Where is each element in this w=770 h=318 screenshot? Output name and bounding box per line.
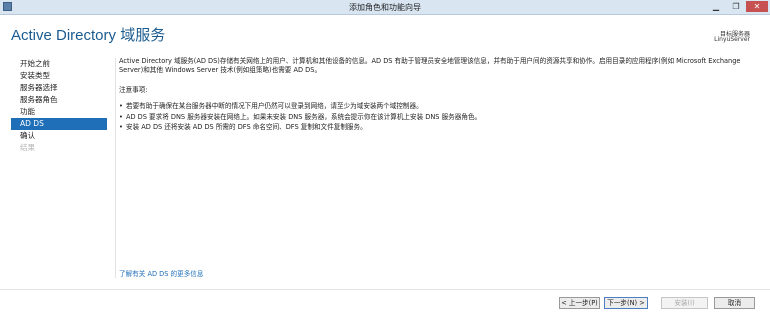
intro-text: Active Directory 域服务(AD DS)存储有关网络上的用户、计算…: [119, 57, 741, 74]
notes-list: 若要有助于确保在某台服务器中断的情况下用户仍然可以登录到网络，请至少为域安装两个…: [119, 101, 749, 133]
title-bar: 添加角色和功能向导 ▁ ❐ ✕: [0, 0, 770, 15]
nav-item-server-roles[interactable]: 服务器角色: [11, 94, 107, 106]
window-title: 添加角色和功能向导: [349, 3, 421, 12]
list-item: AD DS 要求将 DNS 服务器安装在网络上。如果未安装 DNS 服务器，系统…: [119, 112, 749, 123]
target-server-name: LinyuServer: [714, 36, 750, 43]
wizard-footer: < 上一步(P) 下一步(N) > 安装(I) 取消: [0, 289, 770, 318]
content-area: Active Directory 域服务(AD DS)存储有关网络上的用户、计算…: [119, 57, 749, 133]
nav-item-installation-type[interactable]: 安装类型: [11, 70, 107, 82]
wizard-header: Active Directory 域服务 目标服务器 LinyuServer: [0, 15, 770, 51]
nav-item-ad-ds[interactable]: AD DS: [11, 118, 107, 130]
nav-item-features[interactable]: 功能: [11, 106, 107, 118]
list-item: 安装 AD DS 还将安装 AD DS 所需的 DFS 命名空间、DFS 复制和…: [119, 122, 749, 133]
maximize-button[interactable]: ❐: [726, 1, 746, 12]
minimize-button[interactable]: ▁: [706, 1, 726, 12]
previous-button[interactable]: < 上一步(P): [559, 297, 600, 309]
nav-item-results: 结果: [20, 143, 35, 152]
install-button: 安装(I): [661, 297, 708, 309]
next-button[interactable]: 下一步(N) >: [604, 297, 648, 309]
wizard-nav: 开始之前 安装类型 服务器选择 服务器角色 功能 AD DS 确认 结果: [11, 58, 107, 154]
nav-item-before-you-begin[interactable]: 开始之前: [11, 58, 107, 70]
cancel-button[interactable]: 取消: [714, 297, 755, 309]
more-info-link[interactable]: 了解有关 AD DS 的更多信息: [119, 268, 203, 278]
nav-item-confirmation[interactable]: 确认: [11, 130, 107, 142]
notes-heading: 注意事项:: [119, 86, 148, 94]
close-button[interactable]: ✕: [746, 1, 768, 12]
list-item: 若要有助于确保在某台服务器中断的情况下用户仍然可以登录到网络，请至少为域安装两个…: [119, 101, 749, 112]
nav-divider: [115, 58, 116, 278]
page-title: Active Directory 域服务: [11, 27, 166, 44]
nav-item-server-selection[interactable]: 服务器选择: [11, 82, 107, 94]
